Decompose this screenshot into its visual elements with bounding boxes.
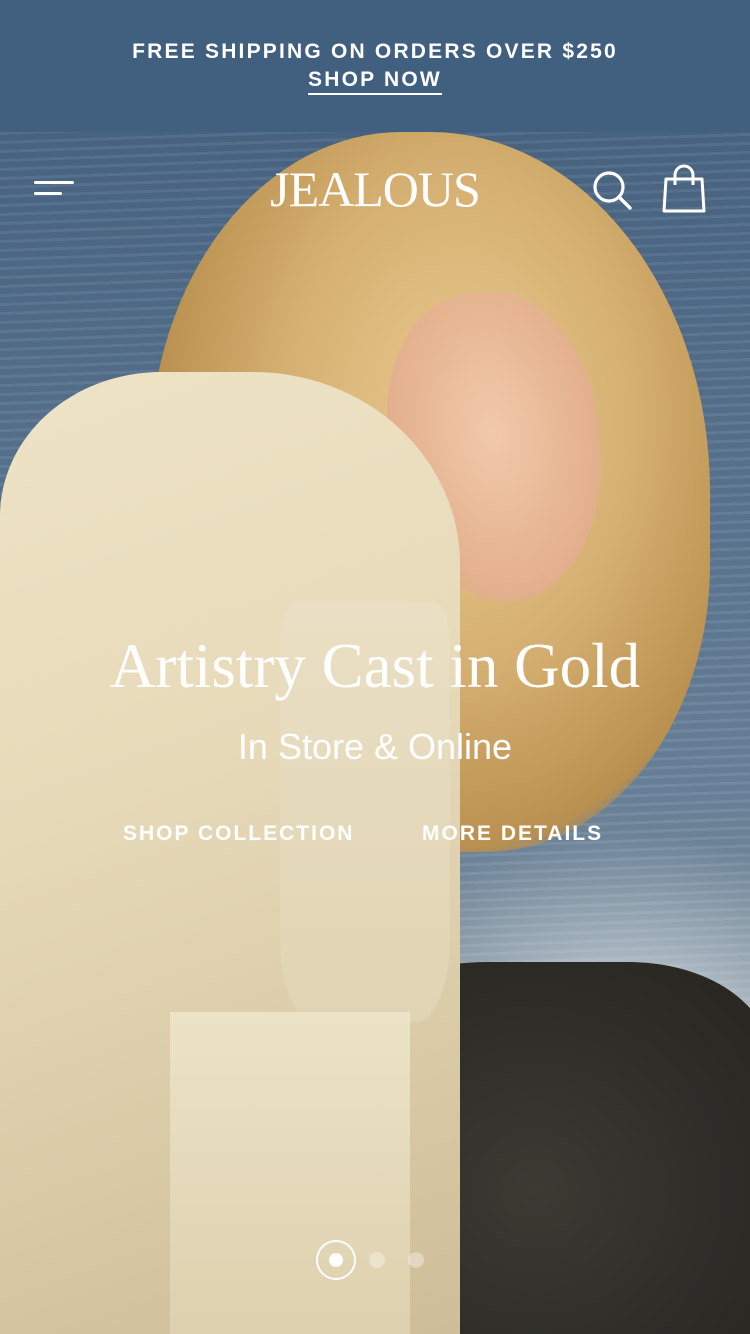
slider-pagination <box>316 1240 436 1280</box>
slide-dot-2[interactable] <box>369 1252 385 1268</box>
slide-dot-3[interactable] <box>408 1252 424 1268</box>
hero-model-pants <box>170 1012 410 1334</box>
announcement-bar: FREE SHIPPING ON ORDERS OVER $250 SHOP N… <box>0 0 750 132</box>
cart-icon[interactable] <box>660 163 708 215</box>
hero-subtitle: In Store & Online <box>237 726 513 767</box>
slide-dot-1-active[interactable] <box>316 1240 356 1280</box>
more-details-link[interactable]: MORE DETAILS <box>422 822 603 846</box>
shop-now-link[interactable]: SHOP NOW <box>308 68 442 95</box>
announcement-text: FREE SHIPPING ON ORDERS OVER $250 <box>132 40 618 63</box>
search-icon[interactable] <box>590 168 634 212</box>
brand-logo[interactable]: JEALOUS <box>0 160 750 218</box>
shop-collection-link[interactable]: SHOP COLLECTION <box>123 822 354 846</box>
hero-title: Artistry Cast in Gold <box>109 631 641 701</box>
